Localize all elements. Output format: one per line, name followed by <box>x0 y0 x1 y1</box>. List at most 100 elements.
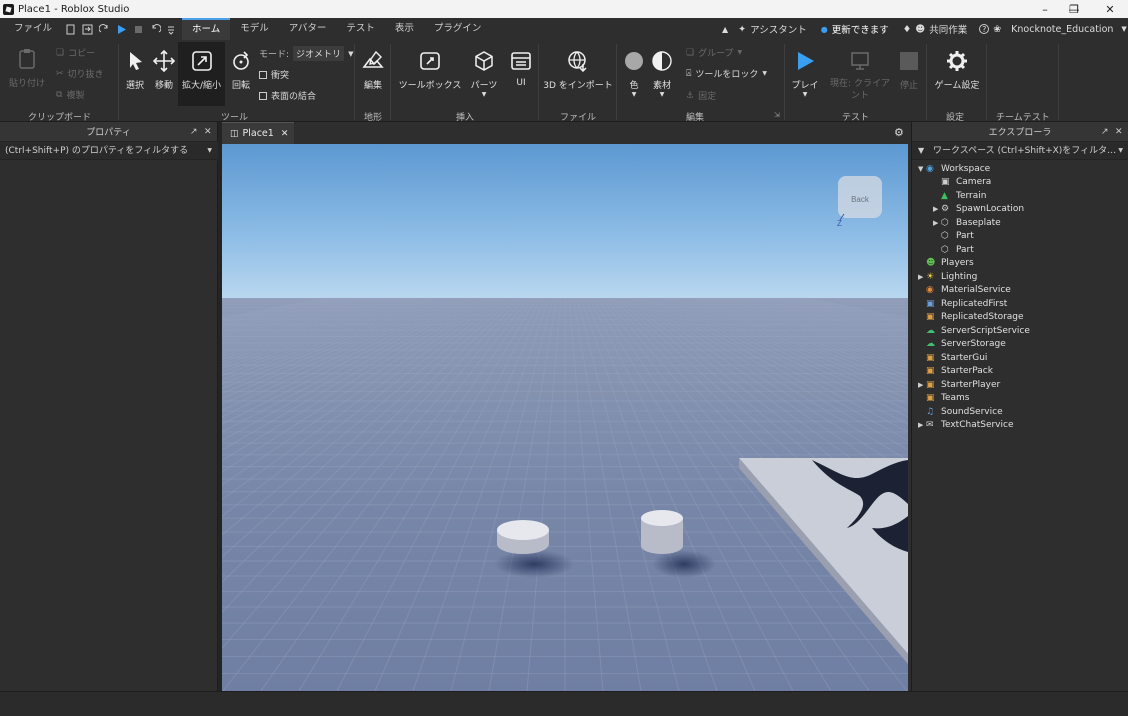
redo-publish-icon[interactable] <box>98 23 110 35</box>
play-quick-icon[interactable] <box>116 24 127 35</box>
notification-bell-icon[interactable]: ♦ <box>903 24 912 35</box>
terrain-editor-button[interactable]: 編集 <box>360 50 386 91</box>
tab-model[interactable]: モデル <box>230 18 279 40</box>
expand-arrow-icon[interactable]: ▶ <box>918 421 926 429</box>
mode-selector[interactable]: モード: ジオメトリ ▼ <box>259 46 353 61</box>
viewport-settings-gear-icon[interactable]: ⚙ <box>894 126 904 139</box>
explorer-filter-input[interactable]: ▼ ワークスペース (Ctrl+Shift+X)をフィルタ… ▼ <box>912 142 1128 160</box>
explorer-item[interactable]: ▶ ⬡ Baseplate <box>933 216 1001 229</box>
explorer-item[interactable]: ▶ ☀ Lighting <box>918 270 977 283</box>
stop-button[interactable]: 停止 <box>896 50 922 91</box>
rotate-tool-button[interactable]: 回転 <box>228 50 254 91</box>
tab-place1[interactable]: ◫ Place1 ✕ <box>222 122 294 144</box>
explorer-filter-chevron-icon[interactable]: ▼ <box>1118 142 1123 160</box>
viewport-scene[interactable]: Back Z <box>222 144 908 691</box>
lock-chevron-icon[interactable]: ▼ <box>762 70 767 77</box>
tab-view[interactable]: 表示 <box>385 18 424 40</box>
explorer-item[interactable]: ☁ ServerScriptService <box>918 324 1030 337</box>
tab-test[interactable]: テスト <box>336 18 385 40</box>
stop-quick-icon[interactable] <box>133 24 144 35</box>
copy-button[interactable]: ❏ コピー <box>56 46 95 60</box>
lock-tool-button[interactable]: ⍓ ツールをロック ▼ <box>686 67 767 81</box>
material-button[interactable]: 素材 ▼ <box>649 50 675 98</box>
properties-filter-chevron-icon[interactable]: ▼ <box>207 142 212 160</box>
game-settings-button[interactable]: ゲーム設定 <box>932 50 982 91</box>
explorer-item[interactable]: ♫ SoundService <box>918 405 1003 418</box>
explorer-item[interactable]: ⬡ Part <box>933 243 974 256</box>
explorer-item[interactable]: ▶ ▣ StarterPlayer <box>918 378 1000 391</box>
duplicate-button[interactable]: ⧉ 複製 <box>56 88 84 102</box>
play-button[interactable]: プレイ ▼ <box>790 50 820 98</box>
3d-viewport[interactable]: Back Z <box>222 144 908 691</box>
explorer-item[interactable]: ⬡ Part <box>933 230 974 243</box>
share-icon[interactable]: ❀ <box>993 24 1001 35</box>
toolbox-button[interactable]: ツールボックス <box>396 50 464 91</box>
group-button[interactable]: ❏ グループ ▼ <box>686 46 742 60</box>
tab-plugins[interactable]: プラグイン <box>424 18 492 40</box>
tab-home[interactable]: ホーム <box>182 18 231 40</box>
close-icon[interactable]: ✕ <box>1092 0 1128 18</box>
explorer-item[interactable]: ☻ Players <box>918 257 974 270</box>
join-surfaces-toggle[interactable]: 表面の結合 <box>259 89 316 102</box>
restore-icon[interactable]: ❐ <box>1056 0 1092 18</box>
expand-arrow-icon[interactable]: ▶ <box>933 205 941 213</box>
explorer-item[interactable]: ▣ StarterGui <box>918 351 987 364</box>
mode-chevron-icon[interactable]: ▼ <box>348 50 353 58</box>
material-chevron-icon[interactable]: ▼ <box>660 91 665 98</box>
explorer-item[interactable]: ☁ ServerStorage <box>918 338 1006 351</box>
properties-filter-input[interactable]: (Ctrl+Shift+P) のプロパティをフィルタする ▼ <box>0 142 218 160</box>
collapse-ribbon-icon[interactable]: ▲ <box>722 25 728 34</box>
explorer-item[interactable]: ◉ MaterialService <box>918 284 1011 297</box>
expand-arrow-icon[interactable]: ▶ <box>918 273 926 281</box>
update-button[interactable]: 更新できます <box>832 22 889 36</box>
collisions-checkbox[interactable] <box>259 70 267 79</box>
ui-button[interactable]: UI <box>508 50 534 88</box>
assistant-button[interactable]: アシスタント <box>750 22 807 36</box>
explorer-item[interactable]: ▣ Camera <box>933 176 991 189</box>
explorer-item[interactable]: ▣ ReplicatedFirst <box>918 297 1007 310</box>
play-chevron-icon[interactable]: ▼ <box>803 91 808 98</box>
select-tool-button[interactable]: 選択 <box>122 50 148 91</box>
paste-button[interactable]: 貼り付け <box>8 48 46 89</box>
tab-close-icon[interactable]: ✕ <box>281 129 289 139</box>
explorer-item[interactable]: ▶ ⚙ SpawnLocation <box>933 203 1024 216</box>
part-chevron-icon[interactable]: ▼ <box>482 91 487 98</box>
current-client-button[interactable]: 現在: クライアント <box>826 50 894 102</box>
cylinder-part[interactable] <box>641 510 683 554</box>
mode-dropdown[interactable]: ジオメトリ <box>293 46 345 61</box>
explorer-item[interactable]: ▣ Teams <box>918 392 969 405</box>
file-menu[interactable]: ファイル <box>0 18 62 40</box>
quick-access-more-icon[interactable] <box>167 24 175 35</box>
anchor-button[interactable]: ⚓ 固定 <box>686 89 716 103</box>
explorer-item[interactable]: ▼ ◉ Workspace <box>918 162 990 175</box>
tab-avatar[interactable]: アバター <box>279 18 337 40</box>
move-tool-button[interactable]: 移動 <box>151 50 177 91</box>
undo-icon[interactable] <box>150 23 162 35</box>
color-button[interactable]: 色 ▼ <box>621 50 647 98</box>
cut-button[interactable]: ✂ 切り抜き <box>56 67 104 81</box>
properties-undock-icon[interactable]: ↗ <box>190 128 198 137</box>
new-file-icon[interactable] <box>65 24 76 35</box>
import-3d-button[interactable]: 3D をインポート <box>542 50 614 91</box>
explorer-item[interactable]: ▣ ReplicatedStorage <box>918 311 1024 324</box>
expand-arrow-icon[interactable]: ▼ <box>918 165 926 173</box>
filter-funnel-icon[interactable]: ▼ <box>918 146 924 155</box>
explorer-item[interactable]: ▶ ✉ TextChatService <box>918 419 1014 432</box>
help-icon[interactable]: ? <box>979 24 990 34</box>
cylinder-part[interactable] <box>497 520 549 554</box>
open-file-icon[interactable] <box>82 24 93 35</box>
collisions-toggle[interactable]: 衝突 <box>259 68 289 81</box>
edit-expand-icon[interactable]: ⇲ <box>774 111 780 119</box>
user-menu-chevron-icon[interactable]: ▼ <box>1121 25 1126 33</box>
explorer-undock-icon[interactable]: ↗ <box>1101 128 1109 137</box>
expand-arrow-icon[interactable]: ▶ <box>918 381 926 389</box>
user-menu[interactable]: Knocknote_Education <box>1011 24 1113 35</box>
explorer-close-icon[interactable]: ✕ <box>1115 128 1123 137</box>
explorer-item[interactable]: ▲ Terrain <box>933 189 986 202</box>
explorer-item[interactable]: ▣ StarterPack <box>918 365 993 378</box>
color-chevron-icon[interactable]: ▼ <box>632 91 637 98</box>
scale-tool-button[interactable]: 拡大/縮小 <box>178 42 225 106</box>
expand-arrow-icon[interactable]: ▶ <box>933 219 941 227</box>
join-surfaces-checkbox[interactable] <box>259 91 267 100</box>
part-button[interactable]: パーツ ▼ <box>470 50 498 98</box>
